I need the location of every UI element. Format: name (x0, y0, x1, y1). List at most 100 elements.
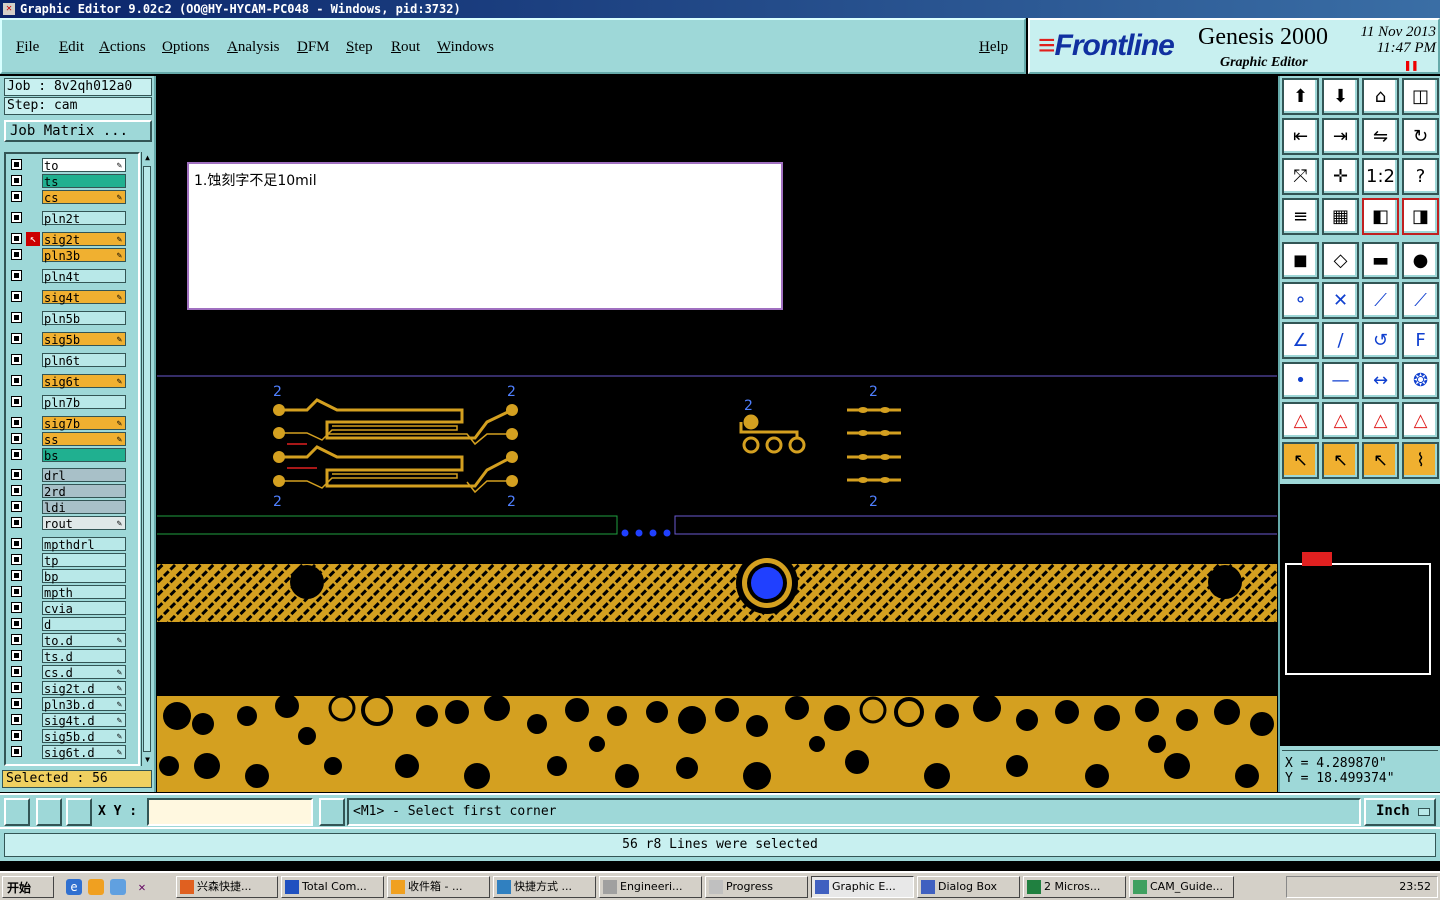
circle-pad-icon[interactable]: ● (1402, 242, 1439, 279)
pan-left-icon[interactable]: ⇤ (1282, 118, 1319, 155)
layer-name[interactable]: pln6t (42, 353, 126, 368)
layer-checkbox[interactable] (11, 650, 22, 661)
menu-file[interactable]: File (16, 39, 39, 56)
layer-row[interactable]: bs (8, 448, 128, 463)
net-left-icon[interactable]: ◧ (1362, 198, 1399, 235)
layer-name[interactable]: sig4t ✎ (42, 290, 126, 305)
ie-icon[interactable]: e (66, 879, 82, 895)
layer-row[interactable]: sig6t ✎ (8, 374, 128, 389)
net-right-icon[interactable]: ◨ (1402, 198, 1439, 235)
layer-row[interactable]: tp (8, 553, 128, 568)
pad-icon[interactable]: ◼ (1282, 242, 1319, 279)
layer-row[interactable]: d (8, 617, 128, 632)
menu-windows[interactable]: Windows (437, 39, 494, 56)
triangle1-icon[interactable]: △ (1282, 402, 1319, 439)
layer-name[interactable]: sig5b ✎ (42, 332, 126, 347)
layer-row[interactable]: pln7b (8, 395, 128, 410)
taskbar-task[interactable]: 2 Micros... (1023, 876, 1126, 898)
layer-checkbox[interactable] (11, 714, 22, 725)
menu-actions[interactable]: Actions (99, 39, 146, 56)
scroll-down-icon[interactable]: ▼ (142, 754, 153, 766)
layer-checkbox[interactable] (11, 517, 22, 528)
layer-row[interactable]: cs.d ✎ (8, 665, 128, 680)
layer-name[interactable]: cvia (42, 601, 126, 616)
layer-row[interactable]: ldi (8, 500, 128, 515)
layer-checkbox[interactable] (11, 538, 22, 549)
menu-analysis[interactable]: Analysis (227, 39, 280, 56)
layer-name[interactable]: cs ✎ (42, 190, 126, 205)
layer-name[interactable]: ss ✎ (42, 432, 126, 447)
taskbar-task[interactable]: 快捷方式 ... (493, 876, 596, 898)
desktop-icon[interactable] (110, 879, 126, 895)
rotate-icon[interactable]: ↻ (1402, 118, 1439, 155)
layer-name[interactable]: pln4t (42, 269, 126, 284)
layer-checkbox[interactable] (11, 354, 22, 365)
layer-row[interactable]: sig4t ✎ (8, 290, 128, 305)
work-layer-icon[interactable]: ↖ (26, 232, 40, 246)
select-route-icon[interactable]: ⌇ (1402, 442, 1439, 479)
taskbar-task[interactable]: 兴森快捷... (176, 876, 278, 898)
mirror-icon[interactable]: ⇋ (1362, 118, 1399, 155)
slash-icon[interactable]: / (1322, 322, 1359, 359)
layer-checkbox[interactable] (11, 666, 22, 677)
layer-name[interactable]: sig6t ✎ (42, 374, 126, 389)
layer-list-scrollbar[interactable]: ▲ ▼ (141, 152, 152, 766)
select-arrow-icon[interactable]: ↖ (1282, 442, 1319, 479)
layer-checkbox[interactable] (11, 375, 22, 386)
layer-row[interactable]: bp (8, 569, 128, 584)
taskbar-task[interactable]: CAM_Guide... (1129, 876, 1234, 898)
select-arrow2-icon[interactable]: ↖ (1322, 442, 1359, 479)
layer-checkbox[interactable] (11, 682, 22, 693)
xy-input[interactable] (147, 798, 313, 826)
menu-options[interactable]: Options (162, 39, 210, 56)
layer-checkbox[interactable] (11, 270, 22, 281)
layer-row[interactable]: pln3b.d ✎ (8, 697, 128, 712)
layer-name[interactable]: sig5b.d ✎ (42, 729, 126, 744)
layer-name[interactable]: pln3b ✎ (42, 248, 126, 263)
overview-map[interactable] (1280, 484, 1440, 746)
scale-1to1-icon[interactable]: 1:2 (1362, 158, 1399, 195)
menu-edit[interactable]: Edit (59, 39, 84, 56)
layer-name[interactable]: rout ✎ (42, 516, 126, 531)
folder-icon[interactable] (88, 879, 104, 895)
text-icon[interactable]: F (1402, 322, 1439, 359)
line-node-icon[interactable]: ⟋ (1362, 282, 1399, 319)
layer-row[interactable]: drl (8, 468, 128, 483)
layer-checkbox[interactable] (11, 233, 22, 244)
layer-row[interactable]: ↖ sig2t ✎ (8, 232, 128, 247)
menu-dfm[interactable]: DFM (297, 39, 330, 56)
layer-checkbox[interactable] (11, 249, 22, 260)
line-node2-icon[interactable]: ⟋ (1402, 282, 1439, 319)
layer-row[interactable]: ts (8, 174, 128, 189)
layer-row[interactable]: pln3b ✎ (8, 248, 128, 263)
start-button[interactable]: 开始 (2, 876, 54, 898)
layer-checkbox[interactable] (11, 212, 22, 223)
layer-name[interactable]: d (42, 617, 126, 632)
layer-row[interactable]: pln4t (8, 269, 128, 284)
components-icon[interactable]: ❂ (1402, 362, 1439, 399)
layer-name[interactable]: bp (42, 569, 126, 584)
layer-name[interactable]: sig7b ✎ (42, 416, 126, 431)
menu-rout[interactable]: Rout (391, 39, 420, 56)
fit-icon[interactable]: ⤧ (1282, 158, 1319, 195)
zoom-home-icon[interactable]: ⬆ (1282, 78, 1319, 115)
layer-name[interactable]: mpth (42, 585, 126, 600)
pause-icon[interactable]: ❚❚ (1404, 58, 1418, 72)
layer-name[interactable]: ts.d (42, 649, 126, 664)
layer-name[interactable]: to ✎ (42, 158, 126, 173)
triangle2-icon[interactable]: △ (1322, 402, 1359, 439)
scroll-thumb[interactable] (143, 166, 151, 752)
measure-icon[interactable] (36, 798, 62, 826)
layer-row[interactable]: sig5b ✎ (8, 332, 128, 347)
layer-checkbox[interactable] (11, 570, 22, 581)
taskbar-task[interactable]: Dialog Box (917, 876, 1020, 898)
layer-row[interactable]: sig2t.d ✎ (8, 681, 128, 696)
layer-checkbox[interactable] (11, 618, 22, 629)
layer-row[interactable]: pln2t (8, 211, 128, 226)
layer-checkbox[interactable] (11, 333, 22, 344)
layer-name[interactable]: 2rd (42, 484, 126, 499)
dimension-icon[interactable]: ↔ (1362, 362, 1399, 399)
layer-name[interactable]: ts (42, 174, 126, 189)
layer-name[interactable]: ldi (42, 500, 126, 515)
layer-name[interactable]: sig2t.d ✎ (42, 681, 126, 696)
